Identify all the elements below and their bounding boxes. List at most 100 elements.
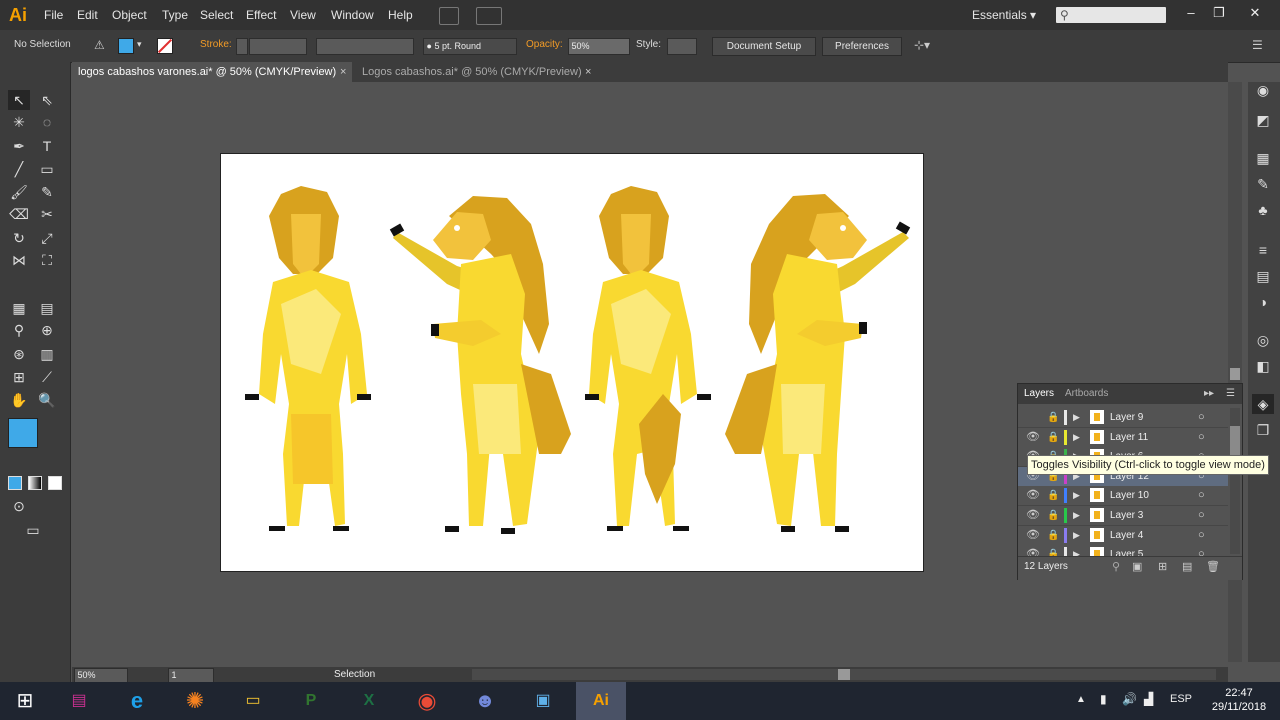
- preferences-button[interactable]: Preferences: [822, 37, 902, 56]
- artboard[interactable]: [220, 153, 924, 572]
- drawing-mode-icon[interactable]: ⊙: [8, 496, 30, 516]
- appearance-icon[interactable]: ◎: [1252, 330, 1274, 350]
- illustrator-icon[interactable]: Ai: [576, 682, 626, 720]
- slice-tool-icon[interactable]: ⟋: [36, 367, 58, 387]
- panel-menu-icon[interactable]: ☰: [1226, 384, 1235, 404]
- layer-row[interactable]: 👁 🔒 ▶ Layer 10 ○: [1018, 486, 1228, 507]
- menu-select[interactable]: Select: [200, 0, 233, 30]
- menu-object[interactable]: Object: [112, 0, 147, 30]
- ie-icon[interactable]: e: [112, 682, 162, 720]
- collapse-icon[interactable]: ▸▸: [1204, 384, 1214, 404]
- screen-mode-icon[interactable]: ▭: [22, 520, 44, 540]
- style-picker[interactable]: [667, 38, 697, 55]
- discord-icon[interactable]: ☻: [460, 682, 510, 720]
- battery-icon[interactable]: ▮: [1100, 692, 1107, 706]
- workspace-switcher[interactable]: Essentials ▾: [972, 0, 1036, 30]
- tab-document-1[interactable]: logos cabashos varones.ai* @ 50% (CMYK/P…: [72, 62, 352, 82]
- eye-icon[interactable]: 👁: [1026, 428, 1040, 447]
- artboard-navigation[interactable]: 1: [168, 668, 214, 683]
- network-icon[interactable]: ▟: [1144, 692, 1153, 706]
- width-tool-icon[interactable]: ⋈: [8, 250, 30, 270]
- layer-row[interactable]: 🔒 ▶ Layer 9 ○: [1018, 408, 1228, 428]
- opacity-label[interactable]: Opacity:: [526, 39, 563, 50]
- color-icon[interactable]: ◉: [1252, 80, 1274, 100]
- expand-triangle-icon[interactable]: ▶: [1073, 526, 1080, 545]
- lock-icon[interactable]: 🔒: [1047, 408, 1059, 427]
- lock-icon[interactable]: 🔒: [1047, 506, 1059, 525]
- column-graph-icon[interactable]: ▥: [36, 344, 58, 364]
- bridge-icon[interactable]: [439, 7, 459, 25]
- hand-tool-icon[interactable]: ✋: [8, 390, 30, 410]
- artboard-tool-icon[interactable]: ⊞: [8, 367, 30, 387]
- horse-back-3[interactable]: [585, 186, 711, 531]
- direct-selection-tool-icon[interactable]: ⇖: [36, 90, 58, 110]
- new-layer-icon[interactable]: ▤: [1182, 557, 1192, 577]
- delete-layer-icon[interactable]: 🗑: [1206, 557, 1220, 577]
- explorer-icon[interactable]: ▭: [228, 682, 278, 720]
- current-tool-status[interactable]: Selection: [334, 667, 375, 682]
- fill-swatch[interactable]: [118, 38, 134, 54]
- horse-side-4[interactable]: [725, 194, 911, 532]
- eraser-icon[interactable]: ⌫: [8, 204, 30, 224]
- menu-file[interactable]: File: [44, 0, 63, 30]
- menu-effect[interactable]: Effect: [246, 0, 276, 30]
- clipping-mask-icon[interactable]: ▣: [1132, 557, 1142, 577]
- gradient-icon[interactable]: ▤: [36, 298, 58, 318]
- fill-color-box[interactable]: [8, 418, 38, 448]
- eye-icon[interactable]: 👁: [1026, 526, 1040, 545]
- arrange-documents-icon[interactable]: [476, 7, 502, 25]
- transparency-icon[interactable]: ◑: [1252, 292, 1274, 312]
- stroke-icon[interactable]: ≡: [1252, 240, 1274, 260]
- stroke-label[interactable]: Stroke:: [200, 39, 232, 50]
- magic-wand-icon[interactable]: ✳: [8, 112, 30, 132]
- close-icon[interactable]: ×: [340, 62, 346, 82]
- layer-row[interactable]: 👁 🔒 ▶ Layer 4 ○: [1018, 525, 1228, 546]
- pencil-icon[interactable]: ✎: [36, 182, 58, 202]
- document-setup-button[interactable]: Document Setup: [712, 37, 816, 56]
- paintbrush-icon[interactable]: 🖌: [8, 182, 30, 202]
- horse-side-2[interactable]: [389, 196, 571, 534]
- search-input[interactable]: ⚲: [1056, 7, 1166, 23]
- type-tool-icon[interactable]: T: [36, 136, 58, 156]
- lock-icon[interactable]: 🔒: [1047, 428, 1059, 447]
- target-circle-icon[interactable]: ○: [1198, 526, 1205, 545]
- eye-icon[interactable]: 👁: [1026, 506, 1040, 525]
- layer-name[interactable]: Layer 3: [1110, 506, 1143, 525]
- opacity-field[interactable]: 50%: [568, 38, 630, 55]
- close-icon[interactable]: ×: [585, 62, 591, 82]
- tab-layers[interactable]: Layers: [1024, 384, 1054, 404]
- layers-scroll-thumb[interactable]: [1230, 426, 1240, 456]
- eyedropper-icon[interactable]: ⚲: [8, 320, 30, 340]
- project-icon[interactable]: P: [286, 682, 336, 720]
- lock-icon[interactable]: 🔒: [1047, 486, 1059, 505]
- new-sublayer-icon[interactable]: ⊞: [1158, 557, 1167, 577]
- pen-tool-icon[interactable]: ✒: [8, 136, 30, 156]
- none-mode-icon[interactable]: [48, 476, 62, 490]
- align-icon[interactable]: ⊹▾: [914, 38, 930, 52]
- color-mode-icon[interactable]: [8, 476, 22, 490]
- expand-triangle-icon[interactable]: ▶: [1073, 486, 1080, 505]
- rotate-icon[interactable]: ↻: [8, 228, 30, 248]
- symbols-icon[interactable]: ♣: [1252, 200, 1274, 220]
- menu-edit[interactable]: Edit: [77, 0, 98, 30]
- volume-icon[interactable]: 🔊: [1122, 692, 1137, 706]
- mesh-icon[interactable]: ▦: [8, 298, 30, 318]
- start-icon[interactable]: ⊞: [0, 682, 50, 720]
- eye-icon[interactable]: 👁: [1026, 486, 1040, 505]
- stroke-stepper[interactable]: [236, 38, 248, 55]
- symbol-sprayer-icon[interactable]: ⊛: [8, 344, 30, 364]
- vertical-scroll-thumb[interactable]: [1230, 368, 1240, 380]
- horse-front-1[interactable]: [245, 186, 371, 531]
- target-circle-icon[interactable]: ○: [1198, 428, 1205, 447]
- photos-icon[interactable]: ▣: [518, 682, 568, 720]
- menu-help[interactable]: Help: [388, 0, 413, 30]
- free-transform-icon[interactable]: ⛶: [36, 250, 58, 270]
- expand-triangle-icon[interactable]: ▶: [1073, 408, 1080, 427]
- control-menu-icon[interactable]: ☰: [1252, 38, 1263, 52]
- locate-object-icon[interactable]: ⚲: [1112, 557, 1120, 577]
- menu-type[interactable]: Type: [162, 0, 188, 30]
- gradient-icon[interactable]: ▤: [1252, 266, 1274, 286]
- line-tool-icon[interactable]: ╱: [8, 159, 30, 179]
- close-icon[interactable]: ✕: [1244, 3, 1266, 23]
- color-guide-icon[interactable]: ◩: [1252, 110, 1274, 130]
